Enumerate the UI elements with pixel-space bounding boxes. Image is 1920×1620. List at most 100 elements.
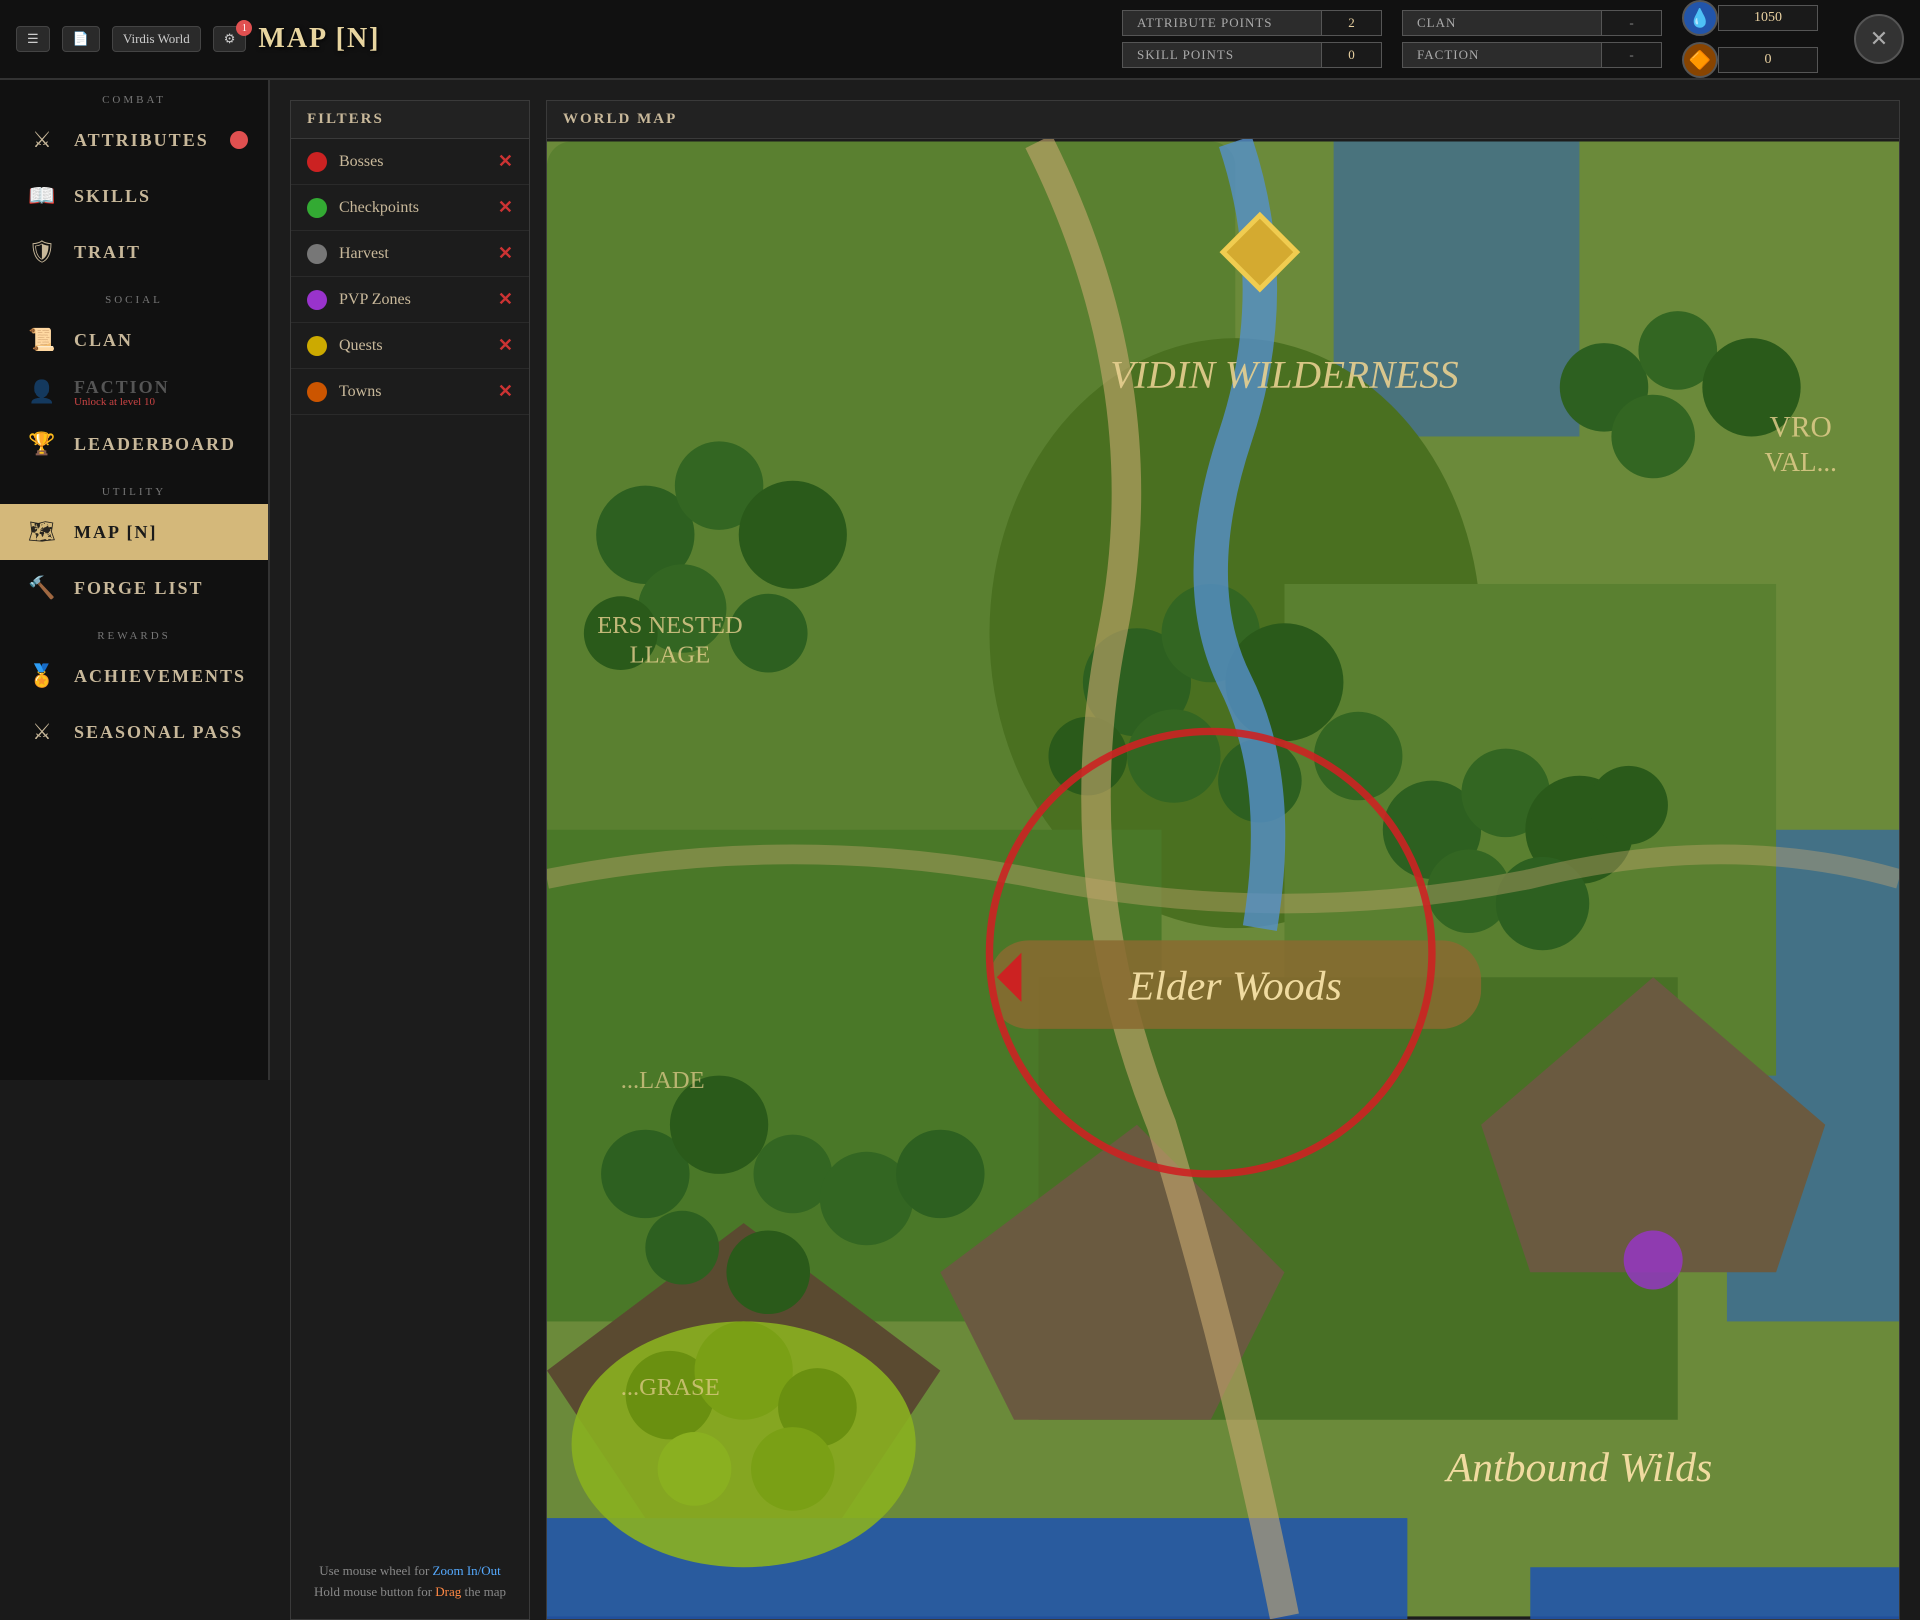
- window-title: MAP [N]: [258, 23, 380, 55]
- quests-dot: [307, 336, 327, 356]
- svg-text:LLAGE: LLAGE: [630, 642, 711, 669]
- seasonalpass-label: SEASONAL PASS: [74, 722, 243, 743]
- currency2-row: 🔶 0: [1682, 42, 1818, 78]
- map-label: MAP [N]: [74, 522, 157, 543]
- quests-close[interactable]: ✕: [498, 335, 513, 356]
- skill-points-value: 0: [1322, 42, 1382, 68]
- pvpzones-label: PVP Zones: [339, 291, 486, 309]
- filters-panel: FILTERS Bosses ✕ Checkpoints ✕ Harvest ✕: [290, 100, 530, 1620]
- currency1-value: 1050: [1718, 5, 1818, 31]
- tab-icon2-button[interactable]: 📄: [62, 26, 100, 52]
- sidebar: COMBAT ⚔ ATTRIBUTES 📖 SKILLS 🛡 TRAIT SOC…: [0, 80, 270, 1080]
- pvpzones-dot: [307, 290, 327, 310]
- svg-text:Antbound Wilds: Antbound Wilds: [1444, 1445, 1713, 1491]
- harvest-label: Harvest: [339, 245, 486, 263]
- clan-row: CLAN -: [1402, 10, 1662, 36]
- svg-text:VIDIN WILDERNESS: VIDIN WILDERNESS: [1110, 352, 1459, 396]
- top-bar: ☰ 📄 Virdis World ⚙ 1 MAP [N] ATTRIBUTE P…: [0, 0, 1920, 80]
- attributes-label: ATTRIBUTES: [74, 130, 209, 151]
- filter-checkpoints[interactable]: Checkpoints ✕: [291, 185, 529, 231]
- filter-quests[interactable]: Quests ✕: [291, 323, 529, 369]
- achievements-label: ACHIEVEMENTS: [74, 666, 246, 687]
- towns-close[interactable]: ✕: [498, 381, 513, 402]
- notification-badge: 1: [236, 20, 252, 36]
- faction-icon: 👤: [24, 374, 60, 410]
- shield-icon: 🛡: [24, 234, 60, 270]
- towns-dot: [307, 382, 327, 402]
- clan-sidebar-label: CLAN: [74, 330, 133, 351]
- harvest-dot: [307, 244, 327, 264]
- map-panel: WORLD MAP: [546, 100, 1900, 1620]
- world-label-tab[interactable]: Virdis World: [112, 26, 201, 52]
- currency2-value: 0: [1718, 47, 1818, 73]
- sidebar-item-skills[interactable]: 📖 SKILLS: [0, 168, 268, 224]
- svg-text:VRO: VRO: [1770, 411, 1832, 443]
- faction-row: FACTION -: [1402, 42, 1662, 68]
- clan-icon: 📜: [24, 322, 60, 358]
- attribute-points-label: ATTRIBUTE POINTS: [1122, 10, 1322, 36]
- forge-icon: 🔨: [24, 570, 60, 606]
- currency2-icon: 🔶: [1682, 42, 1718, 78]
- bosses-dot: [307, 152, 327, 172]
- faction-value: -: [1602, 42, 1662, 68]
- skill-points-label: SKILL POINTS: [1122, 42, 1322, 68]
- svg-text:...GRASE: ...GRASE: [621, 1374, 720, 1401]
- trait-label: TRAIT: [74, 242, 141, 263]
- alert-dot: [230, 131, 248, 149]
- checkpoints-label: Checkpoints: [339, 199, 486, 217]
- bosses-label: Bosses: [339, 153, 486, 171]
- top-bar-left: ☰ 📄 Virdis World ⚙ 1 MAP [N]: [16, 23, 380, 55]
- svg-text:Elder Woods: Elder Woods: [1128, 963, 1342, 1009]
- panels-row: FILTERS Bosses ✕ Checkpoints ✕ Harvest ✕: [290, 100, 1900, 1620]
- sidebar-item-attributes[interactable]: ⚔ ATTRIBUTES: [0, 112, 268, 168]
- sidebar-item-trait[interactable]: 🛡 TRAIT: [0, 224, 268, 280]
- close-button[interactable]: ✕: [1854, 14, 1904, 64]
- faction-label-row: 👤 FACTION Unlock at level 10: [24, 374, 244, 410]
- sidebar-item-leaderboard[interactable]: 🏆 LEADERBOARD: [0, 416, 268, 472]
- content-area: FILTERS Bosses ✕ Checkpoints ✕ Harvest ✕: [270, 80, 1920, 1080]
- checkpoints-close[interactable]: ✕: [498, 197, 513, 218]
- sword-icon: ⚔: [24, 122, 60, 158]
- help-text3: the map: [461, 1584, 506, 1599]
- help-drag-text: Drag: [435, 1584, 461, 1599]
- map-icon: 🗺: [24, 514, 60, 550]
- harvest-close[interactable]: ✕: [498, 243, 513, 264]
- towns-label: Towns: [339, 383, 486, 401]
- currency1-icon: 💧: [1682, 0, 1718, 36]
- sidebar-item-clan[interactable]: 📜 CLAN: [0, 312, 268, 368]
- book-icon: 📖: [24, 178, 60, 214]
- faction-main-label: FACTION: [74, 377, 170, 398]
- attribute-points-row: ATTRIBUTE POINTS 2: [1122, 10, 1382, 36]
- world-map-svg[interactable]: VIDIN WILDERNESS ERS NESTED LLAGE Elder …: [547, 139, 1899, 1619]
- help-zoom-text: Zoom In/Out: [433, 1563, 501, 1578]
- faction-label: FACTION: [1402, 42, 1602, 68]
- checkpoints-dot: [307, 198, 327, 218]
- gear-icon-wrap: ⚙ 1: [213, 26, 247, 52]
- leaderboard-label: LEADERBOARD: [74, 434, 236, 455]
- pvpzones-close[interactable]: ✕: [498, 289, 513, 310]
- filter-bosses[interactable]: Bosses ✕: [291, 139, 529, 185]
- sidebar-item-achievements[interactable]: 🏅 ACHIEVEMENTS: [0, 648, 268, 704]
- section-rewards-label: REWARDS: [0, 616, 268, 648]
- seasonalpass-icon: ⚔: [24, 714, 60, 750]
- worldmap-header: WORLD MAP: [547, 101, 1899, 139]
- filter-towns[interactable]: Towns ✕: [291, 369, 529, 415]
- faction-block: 👤 FACTION Unlock at level 10: [0, 368, 268, 416]
- attribute-points-value: 2: [1322, 10, 1382, 36]
- filters-header: FILTERS: [291, 101, 529, 139]
- section-utility-label: UTILITY: [0, 472, 268, 504]
- bosses-close[interactable]: ✕: [498, 151, 513, 172]
- clan-value: -: [1602, 10, 1662, 36]
- skills-label: SKILLS: [74, 186, 151, 207]
- achievements-icon: 🏅: [24, 658, 60, 694]
- svg-text:ERS NESTED: ERS NESTED: [597, 612, 742, 639]
- sidebar-item-map[interactable]: 🗺 MAP [N]: [0, 504, 268, 560]
- main-layout: COMBAT ⚔ ATTRIBUTES 📖 SKILLS 🛡 TRAIT SOC…: [0, 80, 1920, 1080]
- currency1-row: 💧 1050: [1682, 0, 1818, 36]
- filter-pvpzones[interactable]: PVP Zones ✕: [291, 277, 529, 323]
- sidebar-item-seasonalpass[interactable]: ⚔ SEASONAL PASS: [0, 704, 268, 760]
- map-content[interactable]: VIDIN WILDERNESS ERS NESTED LLAGE Elder …: [547, 139, 1899, 1619]
- tab-icon1-button[interactable]: ☰: [16, 26, 50, 52]
- sidebar-item-forgelist[interactable]: 🔨 FORGE LIST: [0, 560, 268, 616]
- filter-harvest[interactable]: Harvest ✕: [291, 231, 529, 277]
